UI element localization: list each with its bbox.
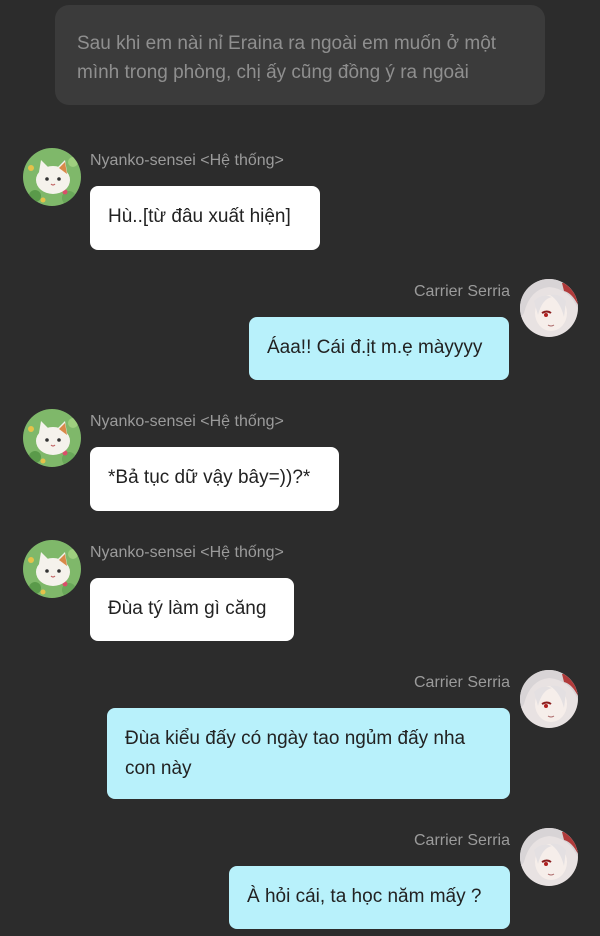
- message-text: Đùa tý làm gì căng: [108, 598, 267, 619]
- message-text: Đùa kiểu đấy có ngày tao ngủm đấy nha co…: [125, 728, 466, 779]
- sender-name: Nyanko-sensei <Hệ thống>: [90, 544, 284, 561]
- message-bubble[interactable]: Áaa!! Cái đ.ịt m.ẹ màyyyy: [249, 317, 509, 380]
- message-text: À hỏi cái, ta học năm mấy ?: [247, 886, 482, 907]
- message-bubble[interactable]: Đùa tý làm gì căng: [90, 578, 294, 641]
- narration-text: Sau khi em nài nỉ Eraina ra ngoài em muố…: [77, 33, 497, 83]
- cat-avatar[interactable]: [23, 540, 81, 598]
- message-bubble[interactable]: Đùa kiểu đấy có ngày tao ngủm đấy nha co…: [107, 708, 510, 799]
- sender-name: Nyanko-sensei <Hệ thống>: [90, 413, 284, 430]
- message-bubble[interactable]: Hù..[từ đâu xuất hiện]: [90, 186, 320, 250]
- message-bubble[interactable]: *Bả tục dữ vậy bây=))?*: [90, 447, 339, 511]
- message-bubble[interactable]: À hỏi cái, ta học năm mấy ?: [229, 866, 510, 929]
- sender-name: Carrier Serria: [413, 674, 510, 691]
- sender-name: Carrier Serria: [413, 283, 510, 300]
- sender-name: Nyanko-sensei <Hệ thống>: [90, 152, 284, 169]
- narration-box: Sau khi em nài nỉ Eraina ra ngoài em muố…: [55, 5, 545, 105]
- cat-avatar[interactable]: [23, 409, 81, 467]
- message-text: Áaa!! Cái đ.ịt m.ẹ màyyyy: [267, 337, 483, 358]
- anime-girl-avatar[interactable]: [520, 279, 578, 337]
- message-text: Hù..[từ đâu xuất hiện]: [108, 206, 291, 227]
- message-text: *Bả tục dữ vậy bây=))?*: [108, 467, 311, 488]
- anime-girl-avatar[interactable]: [520, 670, 578, 728]
- anime-girl-avatar[interactable]: [520, 828, 578, 886]
- cat-avatar[interactable]: [23, 148, 81, 206]
- sender-name: Carrier Serria: [413, 832, 510, 849]
